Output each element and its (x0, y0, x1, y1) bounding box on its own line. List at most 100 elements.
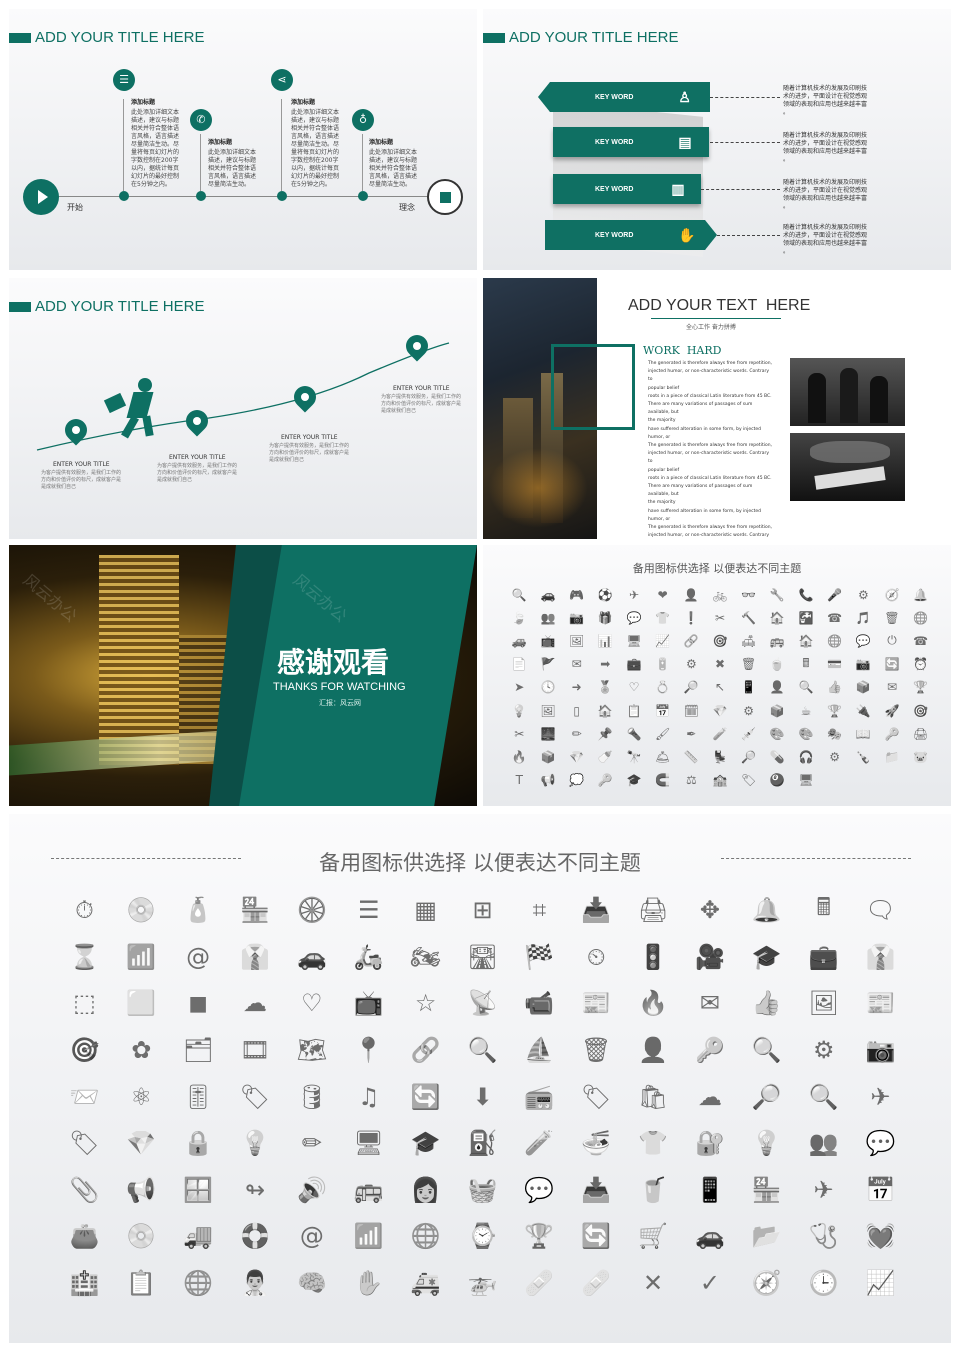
grid-icon[interactable]: 📷 (562, 606, 591, 629)
grid-icon[interactable]: 🔄 (568, 1213, 625, 1260)
grid-icon[interactable]: ✈ (620, 583, 649, 606)
grid-icon[interactable]: ✿ (113, 1027, 170, 1074)
grid-icon[interactable]: 🥤 (625, 1167, 682, 1214)
grid-icon[interactable]: 📺 (340, 980, 397, 1027)
grid-icon[interactable]: 🔎 (734, 745, 763, 768)
grid-icon[interactable]: 🗺 (283, 1027, 340, 1074)
grid-icon[interactable]: 🏆 (511, 1213, 568, 1260)
grid-icon[interactable]: ⚙ (849, 583, 878, 606)
grid-icon[interactable]: 🗑 (568, 1027, 625, 1074)
grid-icon[interactable]: 🎱 (763, 769, 792, 792)
grid-icon[interactable]: 🔭 (620, 745, 649, 768)
grid-icon[interactable]: 🖩 (795, 887, 852, 934)
grid-icon[interactable]: 🩺 (795, 1213, 852, 1260)
grid-icon[interactable]: 📱 (682, 1167, 739, 1214)
grid-icon[interactable]: 📋 (113, 1260, 170, 1307)
grid-icon[interactable]: 📎 (56, 1167, 113, 1214)
grid-icon[interactable]: 🔑 (591, 769, 620, 792)
grid-icon[interactable]: 💿 (113, 1213, 170, 1260)
grid-icon[interactable]: 📏 (677, 745, 706, 768)
grid-icon[interactable]: 👍 (738, 980, 795, 1027)
grid-icon[interactable]: 📖 (849, 722, 878, 745)
grid-icon[interactable]: 🔄 (878, 653, 907, 676)
grid-icon[interactable]: 📦 (763, 699, 792, 722)
grid-icon[interactable]: ✉ (878, 676, 907, 699)
grid-icon[interactable]: 🔐 (682, 1120, 739, 1167)
grid-icon[interactable]: ✂ (706, 606, 735, 629)
grid-icon[interactable]: 💎 (706, 699, 735, 722)
grid-icon[interactable]: ⬚ (56, 980, 113, 1027)
grid-icon[interactable]: 🔦 (620, 722, 649, 745)
grid-icon[interactable]: 🏷 (56, 1120, 113, 1167)
grid-icon[interactable]: ▯ (562, 699, 591, 722)
grid-icon[interactable]: 🌐 (820, 629, 849, 652)
grid-icon[interactable]: 🎵 (849, 606, 878, 629)
grid-icon[interactable]: 📺 (534, 629, 563, 652)
grid-icon[interactable]: 🗂 (170, 1027, 227, 1074)
grid-icon[interactable]: 🧲 (648, 769, 677, 792)
grid-icon[interactable]: 💉 (734, 722, 763, 745)
grid-icon[interactable]: 🩹 (511, 1260, 568, 1307)
grid-icon[interactable]: ✈ (795, 1167, 852, 1214)
grid-icon[interactable]: 🚰 (792, 606, 821, 629)
grid-icon[interactable]: 📻 (511, 1073, 568, 1120)
grid-icon[interactable]: 🏪 (738, 1167, 795, 1214)
grid-icon[interactable]: 📥 (568, 887, 625, 934)
grid-icon[interactable]: 🚗 (534, 583, 563, 606)
grid-icon[interactable]: 👕 (625, 1120, 682, 1167)
grid-icon[interactable]: 🚌 (340, 1167, 397, 1214)
grid-icon[interactable]: 📞 (792, 583, 821, 606)
grid-icon[interactable]: 💊 (763, 745, 792, 768)
grid-icon[interactable]: 🍼 (591, 745, 620, 768)
grid-icon[interactable]: 📋 (620, 699, 649, 722)
grid-icon[interactable]: 🧴 (170, 887, 227, 934)
grid-icon[interactable]: 🗑 (878, 606, 907, 629)
grid-icon[interactable]: 🎁 (591, 606, 620, 629)
grid-icon[interactable]: 🛒 (625, 1213, 682, 1260)
grid-icon[interactable]: 🖥 (620, 629, 649, 652)
grid-icon[interactable]: 🔗 (677, 629, 706, 652)
grid-icon[interactable]: 🌐 (397, 1213, 454, 1260)
grid-icon[interactable]: ✥ (682, 887, 739, 934)
grid-icon[interactable]: 🎧 (792, 745, 821, 768)
grid-icon[interactable]: 🚦 (625, 934, 682, 981)
grid-icon[interactable]: 🏅 (591, 676, 620, 699)
grid-icon[interactable]: ➜ (562, 676, 591, 699)
grid-icon[interactable]: ♡ (283, 980, 340, 1027)
grid-icon[interactable]: 📅 (648, 699, 677, 722)
grid-icon[interactable]: 🔥 (505, 745, 534, 768)
grid-icon[interactable]: 🚙 (505, 629, 534, 652)
grid-icon[interactable]: 🧠 (283, 1260, 340, 1307)
grid-icon[interactable]: 💓 (852, 1213, 909, 1260)
grid-icon[interactable]: ✏ (562, 722, 591, 745)
grid-icon[interactable]: 📂 (738, 1213, 795, 1260)
grid-icon[interactable]: 🎥 (682, 934, 739, 981)
grid-icon[interactable]: 🏆 (906, 676, 935, 699)
grid-icon[interactable]: 🔑 (682, 1027, 739, 1074)
grid-icon[interactable]: 🚩 (534, 653, 563, 676)
stop-icon[interactable] (427, 179, 463, 215)
grid-icon[interactable]: 🖨 (906, 722, 935, 745)
grid-icon[interactable]: 👤 (763, 676, 792, 699)
grid-icon[interactable]: 🏁 (511, 934, 568, 981)
grid-icon[interactable]: 👥 (534, 606, 563, 629)
grid-icon[interactable]: 🔊 (283, 1167, 340, 1214)
grid-icon[interactable]: 💬 (511, 1167, 568, 1214)
grid-icon[interactable]: 👔 (852, 934, 909, 981)
grid-icon[interactable]: 🔒 (170, 1120, 227, 1167)
grid-icon[interactable]: 🎓 (397, 1120, 454, 1167)
grid-icon[interactable]: ↬ (227, 1167, 284, 1214)
grid-icon[interactable]: 🧺 (454, 1167, 511, 1214)
grid-icon[interactable]: 👛 (56, 1213, 113, 1260)
grid-icon[interactable]: 🔍 (792, 676, 821, 699)
grid-icon[interactable]: ➡ (591, 653, 620, 676)
grid-icon[interactable]: 💎 (113, 1120, 170, 1167)
grid-icon[interactable]: 💡 (505, 699, 534, 722)
play-icon[interactable] (23, 179, 59, 215)
grid-icon[interactable]: 🔋 (648, 653, 677, 676)
grid-icon[interactable]: 🛢 (283, 1073, 340, 1120)
grid-icon[interactable]: 🎓 (620, 769, 649, 792)
grid-icon[interactable]: ⬜ (113, 980, 170, 1027)
grid-icon[interactable]: 🏪 (227, 887, 284, 934)
grid-icon[interactable]: 🧪 (706, 722, 735, 745)
